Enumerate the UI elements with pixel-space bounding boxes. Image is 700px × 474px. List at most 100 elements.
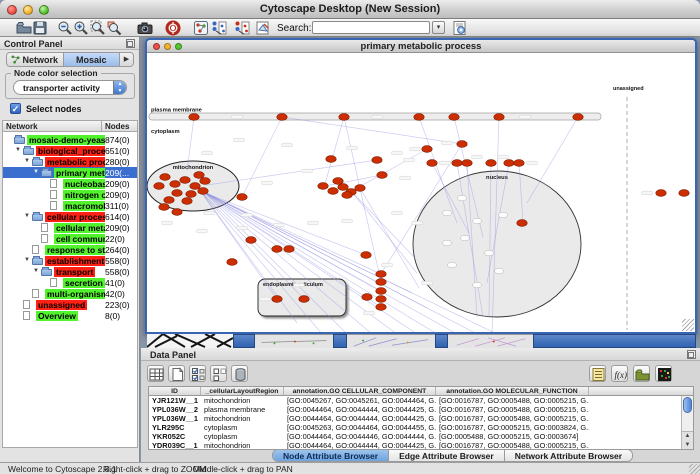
attribute-table-icon[interactable] [147, 365, 164, 382]
nucleus-subnode [473, 218, 482, 224]
layout-red-icon[interactable] [234, 20, 250, 36]
tab-mosaic[interactable]: Mosaic [64, 53, 121, 66]
table-row[interactable]: YLR295Ccytoplasm[GO:0045263, GO:0044464,… [149, 423, 693, 432]
network-node [338, 184, 348, 191]
frame-resize-grip[interactable] [682, 319, 694, 331]
tree-item[interactable]: macromolecule311(0) [3, 200, 137, 211]
background-window-fragment[interactable] [255, 334, 333, 348]
background-window-fragment[interactable] [333, 334, 347, 348]
delete-attribute-icon[interactable] [231, 365, 248, 382]
tree-item[interactable]: nucleobase-co209(0) [3, 178, 137, 189]
annotation-icon[interactable] [255, 20, 271, 36]
select-nodes-checkbox[interactable]: ✓ [10, 103, 21, 114]
function-builder-icon[interactable]: f(x) [611, 365, 628, 382]
column-header[interactable]: ID [149, 387, 201, 395]
node-label-box [232, 115, 243, 119]
tree-item[interactable]: ▼metabolic process280(0) [3, 156, 137, 167]
tree-item[interactable]: ▼transport558(0) [3, 266, 137, 277]
table-row[interactable]: YPL036W__1mitochondrion[GO:0044464, GO:0… [149, 414, 693, 423]
zoom-selected-icon[interactable] [106, 20, 122, 36]
tree-item[interactable]: unassigned223(0) [3, 299, 137, 310]
tree-col-nodes[interactable]: Nodes [102, 120, 138, 132]
birdseye-view-icon[interactable] [193, 20, 209, 36]
attribute-browser-tab[interactable]: Network Attribute Browser [505, 450, 632, 461]
network-view-frame[interactable]: primary metabolic process plasma membran… [145, 38, 697, 334]
table-cell: cytoplasm [201, 432, 284, 441]
tree-expand-arrow-icon[interactable]: ▼ [33, 169, 39, 175]
tree-item[interactable]: nitrogen compo209(0) [3, 189, 137, 200]
table-row[interactable]: YJR121W__1mitochondrion[GO:0045267, GO:0… [149, 396, 693, 405]
background-window-fragment[interactable] [347, 334, 435, 348]
tree-expand-arrow-icon[interactable]: ▼ [15, 147, 21, 153]
control-panel-tabs: Network Mosaic ▶ [6, 52, 134, 67]
snapshot-icon[interactable] [137, 20, 153, 36]
tree-item[interactable]: ▼establishment of lo558(0) [3, 255, 137, 266]
node-label-box [260, 297, 271, 301]
network-canvas[interactable]: plasma membrane cytoplasm mitochondrion … [147, 53, 695, 332]
tree-item-node-count: 209(0) [105, 223, 137, 233]
open-session-icon[interactable] [16, 20, 32, 36]
attribute-list-icon[interactable] [589, 365, 606, 382]
tree-item[interactable]: mosaic-demo-yeast874(0) [3, 134, 137, 145]
layout-blue-icon[interactable] [211, 20, 227, 36]
save-session-icon[interactable] [32, 20, 48, 36]
zoom-fit-icon[interactable] [90, 20, 106, 36]
attribute-browser-tab[interactable]: Node Attribute Browser [273, 450, 389, 461]
tree-item-label: unassigned [36, 300, 87, 310]
tree-col-network[interactable]: Network [2, 120, 102, 132]
import-attributes-icon[interactable] [633, 365, 650, 382]
network-file-icon [41, 234, 48, 243]
background-window-fragment[interactable] [233, 334, 255, 348]
tree-item[interactable]: secretion41(0) [3, 277, 137, 288]
table-row[interactable]: YPL036W__2plasma membrane[GO:0044464, GO… [149, 405, 693, 414]
scrollbar-thumb[interactable] [683, 397, 692, 413]
matrix-view-icon[interactable] [655, 365, 672, 382]
help-icon[interactable] [165, 20, 181, 36]
tabs-overflow-arrow-icon[interactable]: ▶ [120, 53, 133, 66]
column-header[interactable]: _cellularLayoutRegion [201, 387, 284, 395]
tree-expand-arrow-icon[interactable]: ▼ [24, 257, 30, 263]
search-dropdown-arrow-icon[interactable]: ▾ [432, 21, 445, 34]
tree-item[interactable]: response to stimulu264(0) [3, 244, 137, 255]
background-window-fragment[interactable] [448, 334, 533, 348]
tree-item[interactable]: cellular metabo209(0) [3, 222, 137, 233]
tree-item[interactable]: multi-organism pro42(0) [3, 288, 137, 299]
network-view-titlebar[interactable]: primary metabolic process [147, 40, 695, 53]
tree-expand-arrow-icon[interactable]: ▼ [24, 213, 30, 219]
data-panel-float-icon[interactable] [687, 350, 696, 359]
window-resize-grip[interactable] [689, 464, 700, 474]
tree-expand-arrow-icon[interactable]: ▼ [24, 158, 30, 164]
zoom-out-icon[interactable] [57, 20, 73, 36]
search-settings-icon[interactable] [452, 20, 468, 36]
color-attribute-dropdown[interactable]: transporter activity ▲▼ [13, 80, 127, 95]
search-input[interactable] [312, 21, 430, 34]
background-window-fragment[interactable] [533, 334, 696, 348]
network-node [318, 183, 328, 190]
table-scrollbar[interactable]: ▲▼ [681, 396, 693, 449]
tree-item[interactable]: Overview8(0) [3, 310, 137, 321]
unselect-attributes-icon[interactable] [210, 365, 227, 382]
column-header[interactable]: annotation.GO MOLECULAR_FUNCTION [436, 387, 589, 395]
zoom-in-icon[interactable] [73, 20, 89, 36]
tree-item[interactable]: ▼biological_process651(0) [3, 145, 137, 156]
attribute-browser-tab[interactable]: Edge Attribute Browser [389, 450, 505, 461]
tree-item[interactable]: ▼cellular process614(0) [3, 211, 137, 222]
tree-expand-arrow-icon[interactable]: ▼ [33, 268, 39, 274]
select-attributes-icon[interactable] [189, 365, 206, 382]
node-label-box [372, 115, 383, 119]
tree-item[interactable]: cell communicat22(0) [3, 233, 137, 244]
network-node [361, 252, 371, 259]
float-panel-icon[interactable] [126, 39, 135, 48]
scrollbar-arrows[interactable]: ▲▼ [682, 431, 693, 449]
column-header[interactable]: annotation.GO CELLULAR_COMPONENT [284, 387, 436, 395]
node-label-box [498, 155, 509, 159]
tree-item[interactable]: ▼primary metabo209(... [3, 167, 137, 178]
background-window-fragment[interactable] [435, 334, 448, 348]
attribute-table[interactable]: ID_cellularLayoutRegionannotation.GO CEL… [148, 386, 694, 450]
node-label-box [347, 146, 358, 150]
new-attribute-icon[interactable] [168, 365, 185, 382]
table-cell: [GO:0016787, GO:0005488, GO:0005215, G..… [436, 405, 589, 414]
tab-network[interactable]: Network [7, 53, 64, 66]
table-row[interactable]: YKR052Ccytoplasm[GO:0044464, GO:0044446,… [149, 432, 693, 441]
background-window-fragment[interactable] [147, 334, 233, 348]
